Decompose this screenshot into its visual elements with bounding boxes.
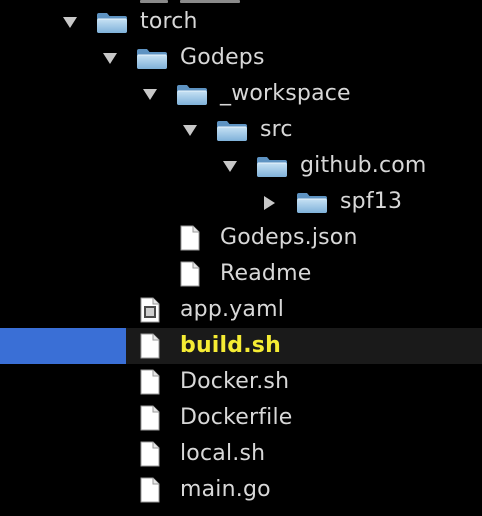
disclosure-collapsed-icon[interactable] bbox=[260, 184, 280, 220]
tree-item-label: Dockerfile bbox=[180, 405, 293, 430]
tree-item-label: src bbox=[260, 117, 293, 142]
tree-file-row[interactable]: local.sh bbox=[0, 436, 482, 472]
tree-folder-row[interactable]: torch bbox=[0, 4, 482, 40]
tree-item-label: Docker.sh bbox=[180, 369, 290, 394]
tree-item-label: torch bbox=[140, 9, 198, 34]
file-tree: torch Godeps _workspacesrc github.com spf13 G… bbox=[0, 0, 482, 516]
tree-item-label: _workspace bbox=[220, 81, 351, 106]
tree-item-label: build.sh bbox=[180, 333, 281, 358]
tree-item-label: spf13 bbox=[340, 189, 403, 214]
disclosure-expanded-icon[interactable] bbox=[140, 76, 160, 112]
tree-item-label: local.sh bbox=[180, 441, 266, 466]
tree-file-row[interactable]: Dockerfile bbox=[0, 400, 482, 436]
tree-folder-row[interactable]: src bbox=[0, 112, 482, 148]
tree-file-row[interactable]: app.yaml bbox=[0, 292, 482, 328]
tree-folder-row[interactable]: _workspace bbox=[0, 76, 482, 112]
disclosure-expanded-icon[interactable] bbox=[220, 148, 240, 184]
tree-file-row[interactable]: Readme bbox=[0, 256, 482, 292]
tree-item-label: github.com bbox=[300, 153, 427, 178]
tree-item-label: app.yaml bbox=[180, 297, 285, 322]
tree-item-label: Godeps.json bbox=[220, 225, 358, 250]
disclosure-expanded-icon[interactable] bbox=[180, 112, 200, 148]
selection-highlight bbox=[0, 328, 126, 364]
tree-item-label: Readme bbox=[220, 261, 312, 286]
tree-folder-row[interactable]: Godeps bbox=[0, 40, 482, 76]
tree-file-row[interactable]: Godeps.json bbox=[0, 220, 482, 256]
tree-file-row[interactable]: Docker.sh bbox=[0, 364, 482, 400]
tree-folder-row[interactable]: github.com bbox=[0, 148, 482, 184]
tree-folder-row[interactable]: spf13 bbox=[0, 184, 482, 220]
disclosure-expanded-icon[interactable] bbox=[100, 40, 120, 76]
clipped-row-above bbox=[0, 0, 482, 3]
disclosure-expanded-icon[interactable] bbox=[60, 4, 80, 40]
tree-item-label: main.go bbox=[180, 477, 271, 502]
tree-file-row[interactable]: main.go bbox=[0, 472, 482, 508]
tree-item-label: Godeps bbox=[180, 45, 265, 70]
tree-file-row[interactable]: build.sh bbox=[0, 328, 482, 364]
